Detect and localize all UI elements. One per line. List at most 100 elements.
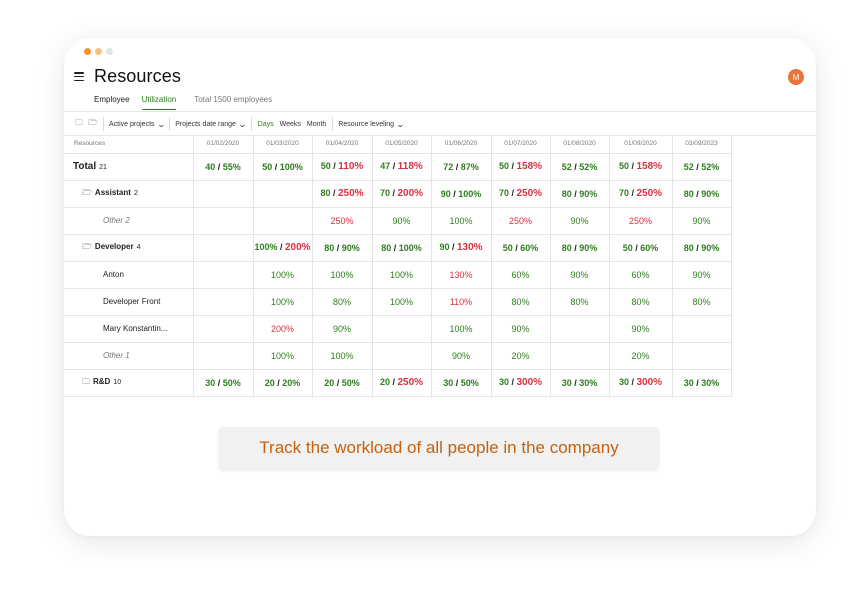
utilization-cell[interactable]: 60% [609, 261, 673, 289]
folder-open-icon[interactable]: 🗁 [82, 188, 92, 197]
utilization-cell[interactable]: 80% [672, 288, 732, 316]
utilization-cell[interactable]: 50 / 158% [609, 153, 673, 181]
resource-leveling-dropdown[interactable]: Resource leveling ⌄ [336, 120, 405, 129]
utilization-cell[interactable]: 100% [253, 261, 313, 289]
resource-label[interactable]: Developer Front [64, 288, 194, 316]
utilization-cell[interactable]: 30 / 300% [491, 369, 551, 397]
scale-option-month[interactable]: Month [304, 121, 329, 128]
utilization-cell[interactable]: 90% [672, 261, 732, 289]
utilization-cell[interactable]: 30 / 50% [193, 369, 254, 397]
utilization-cell[interactable]: 100% [431, 207, 492, 235]
utilization-cell[interactable]: 90% [312, 315, 373, 343]
utilization-cell[interactable]: 90 / 100% [431, 180, 492, 208]
close-window-dot[interactable] [84, 48, 91, 55]
utilization-cell[interactable]: 200% [253, 315, 313, 343]
utilization-cell[interactable]: 100% [372, 261, 432, 289]
hamburger-menu-icon[interactable] [74, 72, 84, 81]
resource-label[interactable]: Other 1 [64, 342, 194, 370]
resource-label[interactable]: 🗀 R&D 10 [64, 369, 194, 397]
utilization-cell[interactable]: 90% [372, 207, 432, 235]
date-range-dropdown[interactable]: Projects date range ⌄ [173, 120, 247, 129]
utilization-cell[interactable]: 50 / 60% [491, 234, 551, 262]
resource-label[interactable]: Mary Konstantin... [64, 315, 194, 343]
table-row[interactable]: Anton 100% 100% 100% 130% 60% 90% 60% 90% [64, 261, 732, 289]
utilization-cell[interactable]: 250% [491, 207, 551, 235]
folder-outline-icon[interactable]: 🗀 [72, 117, 86, 131]
table-row[interactable]: 🗀 R&D 10 30 / 50% 20 / 20% 20 / 50% 20 / 250% 3… [64, 369, 732, 397]
utilization-cell[interactable]: 30 / 30% [550, 369, 610, 397]
utilization-cell[interactable]: 130% [431, 261, 492, 289]
utilization-cell[interactable]: 20 / 250% [372, 369, 432, 397]
utilization-cell[interactable]: 50 / 100% [253, 153, 313, 181]
utilization-cell[interactable] [193, 180, 254, 208]
resource-label[interactable]: 🗁 Assistant 2 [64, 180, 194, 208]
utilization-cell[interactable]: 100% / 200% [253, 234, 313, 262]
utilization-cell[interactable]: 30 / 50% [431, 369, 492, 397]
utilization-cell[interactable] [372, 315, 432, 343]
utilization-cell[interactable]: 90% [431, 342, 492, 370]
utilization-cell[interactable]: 100% [253, 342, 313, 370]
table-row[interactable]: Total 21 40 / 55% 50 / 100% 50 / 110% 47 / 11… [64, 153, 732, 181]
utilization-cell[interactable]: 80% [609, 288, 673, 316]
utilization-cell[interactable]: 90 / 130% [431, 234, 492, 262]
table-row[interactable]: 🗁 Assistant 2 80 / 250% 70 / 200% 90 / 100% 70… [64, 180, 732, 208]
utilization-cell[interactable]: 100% [372, 288, 432, 316]
utilization-cell[interactable]: 70 / 250% [491, 180, 551, 208]
utilization-cell[interactable] [550, 342, 610, 370]
utilization-cell[interactable]: 100% [312, 261, 373, 289]
table-row[interactable]: Developer Front 100% 80% 100% 110% 80% 80% 80% 8… [64, 288, 732, 316]
utilization-cell[interactable] [193, 288, 254, 316]
utilization-cell[interactable] [672, 315, 732, 343]
utilization-cell[interactable]: 90% [672, 207, 732, 235]
folder-open-icon[interactable]: 🗁 [82, 242, 92, 251]
scale-option-weeks[interactable]: Weeks [277, 121, 304, 128]
utilization-cell[interactable]: 60% [491, 261, 551, 289]
folder-open-icon[interactable]: 🗁 [86, 117, 100, 131]
utilization-cell[interactable] [550, 315, 610, 343]
resource-label[interactable]: Other 2 [64, 207, 194, 235]
utilization-cell[interactable]: 90% [550, 261, 610, 289]
utilization-cell[interactable]: 100% [253, 288, 313, 316]
table-row[interactable]: 🗁 Developer 4 100% / 200% 80 / 90% 80 / 100% 9… [64, 234, 732, 262]
utilization-cell[interactable]: 20% [609, 342, 673, 370]
utilization-cell[interactable]: 80% [491, 288, 551, 316]
utilization-cell[interactable] [193, 342, 254, 370]
utilization-cell[interactable]: 30 / 300% [609, 369, 673, 397]
utilization-cell[interactable]: 80% [312, 288, 373, 316]
table-row[interactable]: Mary Konstantin... 200% 90% 100% 90% 90% [64, 315, 732, 343]
folder-icon[interactable]: 🗀 [82, 377, 90, 386]
avatar[interactable]: M [788, 69, 804, 85]
utilization-cell[interactable]: 20 / 50% [312, 369, 373, 397]
utilization-cell[interactable]: 110% [431, 288, 492, 316]
utilization-cell[interactable]: 80 / 90% [550, 180, 610, 208]
utilization-cell[interactable]: 100% [312, 342, 373, 370]
utilization-cell[interactable]: 100% [431, 315, 492, 343]
utilization-cell[interactable]: 80 / 90% [672, 234, 732, 262]
utilization-cell[interactable]: 70 / 250% [609, 180, 673, 208]
utilization-cell[interactable]: 50 / 60% [609, 234, 673, 262]
utilization-cell[interactable] [672, 342, 732, 370]
utilization-cell[interactable]: 20 / 20% [253, 369, 313, 397]
utilization-cell[interactable]: 72 / 87% [431, 153, 492, 181]
utilization-cell[interactable]: 70 / 200% [372, 180, 432, 208]
tab-utilization[interactable]: Utilization [141, 95, 177, 110]
utilization-cell[interactable]: 80 / 90% [312, 234, 373, 262]
utilization-cell[interactable] [193, 315, 254, 343]
tab-employee[interactable]: Employee [94, 95, 130, 109]
utilization-cell[interactable] [253, 207, 313, 235]
utilization-cell[interactable]: 90% [491, 315, 551, 343]
utilization-cell[interactable]: 50 / 158% [491, 153, 551, 181]
utilization-cell[interactable]: 80 / 90% [672, 180, 732, 208]
minimize-window-dot[interactable] [95, 48, 102, 55]
utilization-cell[interactable]: 80 / 90% [550, 234, 610, 262]
utilization-cell[interactable]: 90% [609, 315, 673, 343]
utilization-cell[interactable]: 80% [550, 288, 610, 316]
resource-label[interactable]: 🗁 Developer 4 [64, 234, 194, 262]
maximize-window-dot[interactable] [106, 48, 113, 55]
utilization-cell[interactable]: 80 / 100% [372, 234, 432, 262]
utilization-cell[interactable] [372, 342, 432, 370]
utilization-cell[interactable] [193, 207, 254, 235]
utilization-cell[interactable]: 50 / 110% [312, 153, 373, 181]
table-row[interactable]: Other 1 100% 100% 90% 20% 20% [64, 342, 732, 370]
utilization-cell[interactable]: 52 / 52% [550, 153, 610, 181]
